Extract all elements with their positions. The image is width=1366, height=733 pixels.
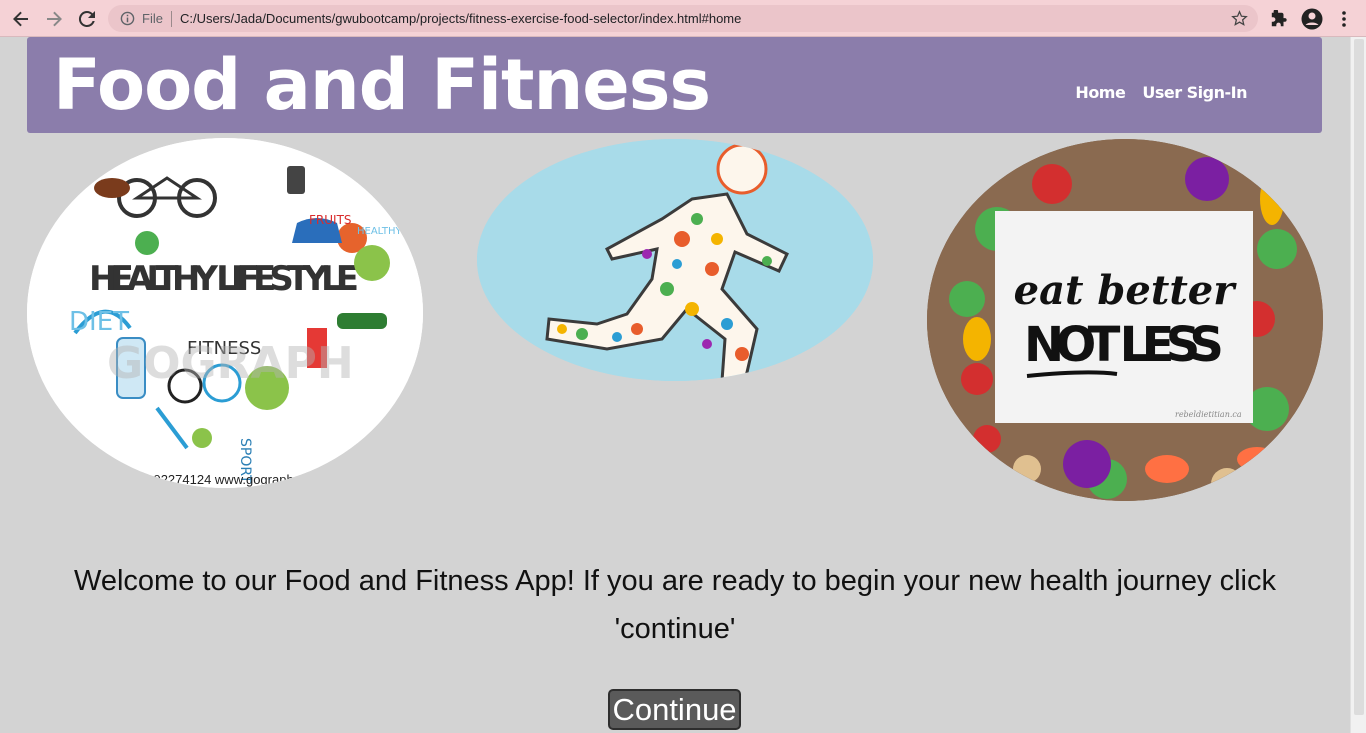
scheme-label: File <box>142 11 163 26</box>
continue-button[interactable]: Continue <box>608 689 741 730</box>
welcome-message: Welcome to our Food and Fitness App! If … <box>73 565 1276 645</box>
food-runner-image <box>477 139 873 381</box>
vertical-scrollbar[interactable] <box>1350 37 1366 733</box>
omnibox-divider <box>170 10 172 27</box>
nav-home-link[interactable]: Home <box>1075 83 1125 102</box>
site-title: Food and Fitness <box>53 44 711 126</box>
eat-better-not-less-image: eat better NOT LESS rebeldietitian.ca <box>927 139 1323 501</box>
forward-arrow-icon[interactable] <box>42 7 66 31</box>
healthy-lifestyle-image: HEALTHY LIFESTYLE DIET FITNESS FRUITS HE… <box>27 138 423 488</box>
info-icon[interactable] <box>119 11 135 27</box>
not-less-text: NOT LESS <box>1024 317 1224 373</box>
eat-better-text: eat better <box>1014 267 1238 314</box>
nav-user-sign-in-link[interactable]: User Sign-In <box>1142 83 1247 102</box>
healthy-lifestyle-heading: HEALTHY LIFESTYLE <box>89 259 359 299</box>
site-header: Food and Fitness Home User Sign-In <box>27 37 1322 133</box>
scrollbar-thumb[interactable] <box>1354 39 1364 715</box>
browser-toolbar: File C:/Users/Jada/Documents/gwubootcamp… <box>0 0 1366 37</box>
gograph-watermark: GOGRAPH <box>107 338 354 389</box>
image-credit-text: gg92274124 www.gograph.com <box>139 472 322 487</box>
diet-label: DIET <box>69 307 129 337</box>
address-bar[interactable]: File C:/Users/Jada/Documents/gwubootcamp… <box>108 5 1258 32</box>
reload-icon[interactable] <box>75 7 99 31</box>
healthy-food-label: HEALTHY FOOD <box>357 226 423 237</box>
url-text[interactable]: C:/Users/Jada/Documents/gwubootcamp/proj… <box>180 11 741 26</box>
back-arrow-icon[interactable] <box>9 7 33 31</box>
site-nav: Home User Sign-In <box>1075 83 1247 102</box>
bookmark-star-icon[interactable] <box>1231 10 1248 30</box>
profile-avatar-icon[interactable] <box>1300 7 1324 31</box>
fruits-label: FRUITS <box>309 213 352 227</box>
extensions-puzzle-icon[interactable] <box>1267 7 1291 31</box>
menu-kebab-icon[interactable] <box>1332 7 1356 31</box>
eat-better-credit: rebeldietitian.ca <box>1175 410 1242 419</box>
page-viewport: Food and Fitness Home User Sign-In HEALT… <box>0 37 1350 733</box>
